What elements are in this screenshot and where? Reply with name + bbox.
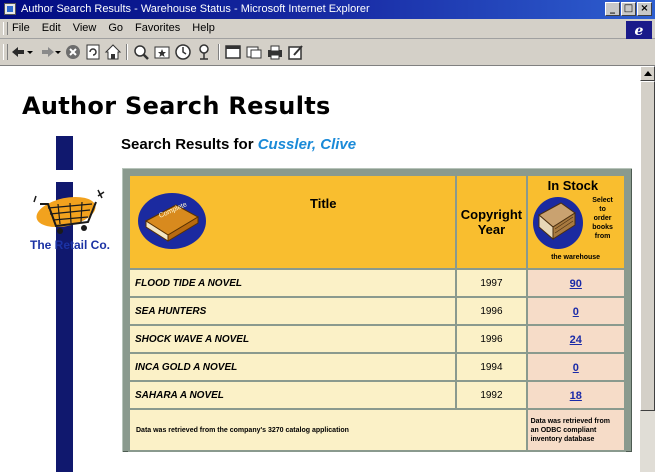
vertical-scrollbar[interactable] xyxy=(639,66,655,472)
channels-icon[interactable] xyxy=(195,43,213,61)
footer-right-note: Data was retrieved from an ODBC complian… xyxy=(527,410,624,450)
menu-view[interactable]: View xyxy=(73,19,97,38)
copyright-year: 1992 xyxy=(457,382,526,408)
minimize-button[interactable]: _ xyxy=(605,2,620,16)
stock-link[interactable]: 0 xyxy=(573,362,579,374)
print-icon[interactable] xyxy=(266,43,284,61)
close-button[interactable]: × xyxy=(637,2,652,16)
stock-link[interactable]: 18 xyxy=(570,390,582,402)
refresh-icon[interactable] xyxy=(84,43,102,61)
book-title: SEA HUNTERS xyxy=(130,298,456,324)
copyright-year: 1994 xyxy=(457,354,526,380)
title-header-cell: Complete Title xyxy=(130,176,456,268)
copyright-year: 1996 xyxy=(457,298,526,324)
window-title: Author Search Results - Warehouse Status… xyxy=(21,3,370,15)
stock-select-note: Select to order books from xyxy=(592,197,613,240)
stock-link[interactable]: 90 xyxy=(570,278,582,290)
book-icon: Complete xyxy=(138,193,206,249)
books-stack-icon xyxy=(532,197,583,249)
book-title: SHOCK WAVE A NOVEL xyxy=(130,326,456,352)
table-row: SAHARA A NOVEL 1992 18 xyxy=(130,382,624,408)
forward-dropdown-icon[interactable] xyxy=(54,43,62,61)
year-header-cell: Copyright Year xyxy=(457,176,526,268)
menu-go[interactable]: Go xyxy=(108,19,123,38)
book-title: INCA GOLD A NOVEL xyxy=(130,354,456,380)
copyright-year: 1997 xyxy=(457,270,526,296)
results-heading: Search Results for Cussler, Clive xyxy=(121,136,356,153)
ie-logo-icon: e xyxy=(626,21,652,41)
page-content: Author Search Results The Retail Co. Sea… xyxy=(0,66,640,472)
book-title: SAHARA A NOVEL xyxy=(130,382,456,408)
stock-header-cell: In Stock Select to order books from the … xyxy=(527,176,624,268)
menu-favorites[interactable]: Favorites xyxy=(135,19,180,38)
table-row: INCA GOLD A NOVEL 1994 0 xyxy=(130,354,624,380)
ie-app-icon[interactable] xyxy=(4,3,16,15)
search-icon[interactable] xyxy=(132,43,150,61)
stock-header: In Stock xyxy=(547,178,599,193)
stock-note-bottom: the warehouse xyxy=(551,254,601,261)
results-table: Complete Title Copyright Year In Stock S… xyxy=(122,168,632,452)
scrollbar-thumb[interactable] xyxy=(640,81,655,411)
title-bar: Author Search Results - Warehouse Status… xyxy=(0,0,655,19)
back-dropdown-icon[interactable] xyxy=(26,43,34,61)
menu-bar: File Edit View Go Favorites Help xyxy=(0,19,655,39)
fullscreen-icon[interactable] xyxy=(224,43,242,61)
results-heading-prefix: Search Results for xyxy=(121,136,254,153)
edit-icon[interactable] xyxy=(287,43,305,61)
stop-icon[interactable] xyxy=(64,43,82,61)
scroll-up-arrow-icon[interactable] xyxy=(640,66,655,81)
menubar-grip[interactable] xyxy=(3,22,8,35)
company-name: The Retail Co. xyxy=(30,238,111,252)
menu-edit[interactable]: Edit xyxy=(42,19,61,38)
table-row: SHOCK WAVE A NOVEL 1996 24 xyxy=(130,326,624,352)
menu-file[interactable]: File xyxy=(12,19,30,38)
title-header: Title xyxy=(310,196,337,211)
page-title: Author Search Results xyxy=(22,92,331,120)
year-header-line2: Year xyxy=(477,222,506,237)
table-row: FLOOD TIDE A NOVEL 1997 90 xyxy=(130,270,624,296)
stock-link[interactable]: 0 xyxy=(573,306,579,318)
table-row: SEA HUNTERS 1996 0 xyxy=(130,298,624,324)
home-icon[interactable] xyxy=(104,43,122,61)
menu-help[interactable]: Help xyxy=(192,19,215,38)
mail-icon[interactable] xyxy=(245,43,263,61)
toolbar-grip[interactable] xyxy=(3,44,8,60)
author-name: Cussler, Clive xyxy=(257,136,357,153)
browser-window: Author Search Results - Warehouse Status… xyxy=(0,0,655,472)
history-icon[interactable] xyxy=(174,43,192,61)
year-header-line1: Copyright xyxy=(460,207,523,222)
stock-link[interactable]: 24 xyxy=(570,334,582,346)
favorites-icon[interactable] xyxy=(153,43,171,61)
maximize-button[interactable]: □ xyxy=(621,2,636,16)
book-title: FLOOD TIDE A NOVEL xyxy=(130,270,456,296)
toolbar xyxy=(0,39,655,66)
copyright-year: 1996 xyxy=(457,326,526,352)
footer-left-note: Data was retrieved from the company's 32… xyxy=(130,410,526,450)
